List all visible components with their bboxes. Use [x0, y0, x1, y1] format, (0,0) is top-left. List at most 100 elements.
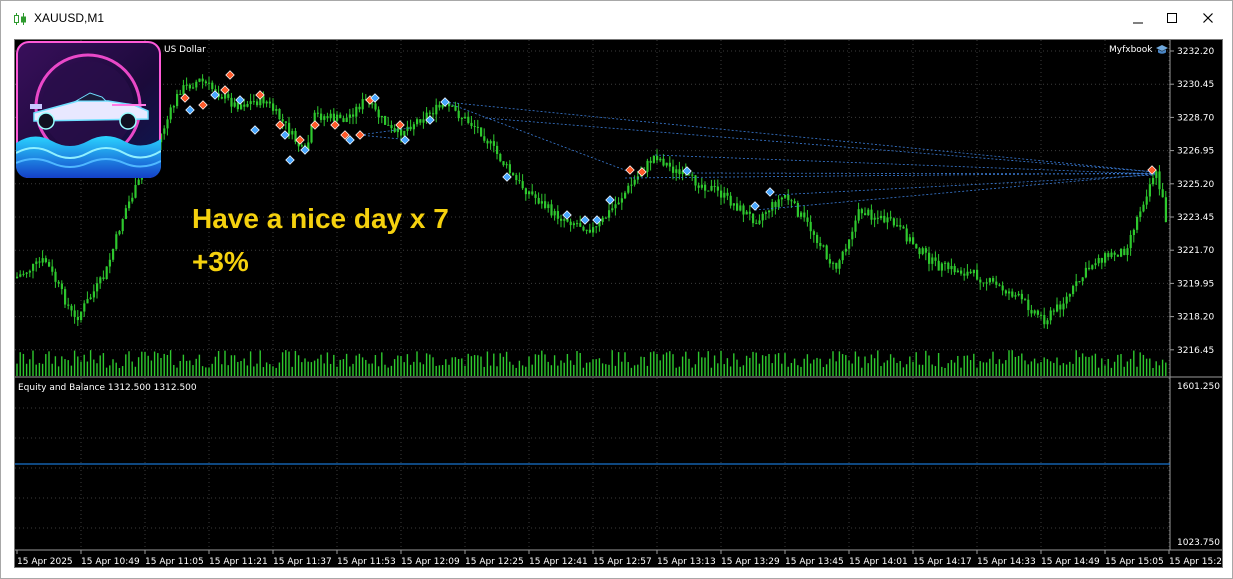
candle-body [924, 248, 927, 253]
candle-body [764, 212, 767, 214]
candle-body [857, 209, 860, 221]
candle-body [985, 282, 988, 284]
candle-body [816, 234, 819, 243]
close-button[interactable] [1191, 7, 1225, 29]
candle-body [137, 179, 140, 185]
candle-body [550, 204, 553, 216]
candle-body [803, 212, 806, 218]
candle-body [624, 192, 627, 199]
time-label: 15 Apr 14:17 [913, 557, 972, 567]
candle-body [787, 194, 790, 201]
candle-body [22, 273, 25, 275]
candle-body [579, 223, 582, 227]
candle-body [51, 266, 54, 272]
candle-body [774, 202, 777, 208]
candle-body [627, 185, 630, 193]
candle-body [912, 237, 915, 245]
time-label: 15 Apr 12:09 [401, 557, 460, 567]
candle-body [265, 101, 268, 104]
candle-body [780, 197, 783, 200]
candle-body [320, 113, 323, 120]
time-label: 15 Apr 11:53 [337, 557, 396, 567]
candle-body [918, 248, 921, 255]
candle-body [809, 221, 812, 232]
candle-body [476, 126, 479, 128]
candle-body [358, 106, 361, 110]
time-label: 15 Apr 15:21 [1169, 557, 1222, 567]
minimize-button[interactable] [1121, 7, 1155, 29]
indicator-axis-label: 1601.250 [1177, 382, 1220, 392]
candle-body [1164, 197, 1167, 223]
candle-body [438, 104, 441, 108]
time-label: 15 Apr 11:37 [273, 557, 332, 567]
candle-body [1004, 290, 1007, 294]
candle-body [1036, 310, 1039, 315]
title-bar[interactable]: XAUUSD,M1 [1, 1, 1232, 35]
candle-body [172, 106, 175, 108]
candle-body [275, 109, 278, 111]
candle-body [995, 281, 998, 285]
candle-body [86, 299, 89, 304]
candle-body [851, 231, 854, 240]
candle-body [390, 125, 393, 129]
candle-body [124, 208, 127, 220]
candle-body [860, 209, 863, 214]
price-label: 3223.45 [1177, 213, 1214, 223]
candle-body [752, 213, 755, 224]
candle-body [963, 273, 966, 276]
candle-body [326, 116, 329, 119]
candle-body [416, 119, 419, 125]
candle-body [678, 169, 681, 175]
price-chart-canvas[interactable]: 3232.20 3230.45 3228.70 3226.95 3225.20 3223.… [15, 40, 1222, 567]
candle-body [64, 289, 67, 305]
candle-body [131, 197, 134, 202]
candle-body [876, 217, 879, 219]
candle-body [768, 210, 771, 213]
candle-body [515, 175, 518, 181]
candle-body [32, 263, 35, 271]
candle-body [1056, 304, 1059, 312]
candle-body [864, 213, 867, 216]
candle-body [998, 284, 1001, 286]
candle-body [246, 104, 249, 107]
time-label: 15 Apr 11:05 [145, 557, 204, 567]
candle-body [652, 155, 655, 163]
candle-body [953, 265, 956, 273]
candle-body [723, 192, 726, 198]
candle-body [505, 164, 508, 166]
candle-body [502, 161, 505, 166]
candle-body [582, 226, 585, 231]
candle-body [832, 262, 835, 264]
candle-body [720, 190, 723, 198]
chart-area[interactable]: 3232.20 3230.45 3228.70 3226.95 3225.20 3223.… [14, 39, 1223, 568]
price-label: 3226.95 [1177, 147, 1214, 157]
price-label: 3216.45 [1177, 346, 1214, 356]
candle-body [396, 128, 399, 133]
candle-body [112, 248, 115, 260]
candle-body [480, 127, 483, 137]
maximize-button[interactable] [1155, 7, 1189, 29]
candle-body [688, 174, 691, 176]
candle-body [1110, 252, 1113, 257]
candle-body [1155, 171, 1158, 179]
candle-body [496, 145, 499, 154]
price-label: 3219.95 [1177, 279, 1214, 289]
candle-body [336, 114, 339, 121]
candle-body [697, 185, 700, 188]
candle-body [316, 112, 319, 114]
candle-body [595, 226, 598, 228]
candle-body [822, 245, 825, 247]
candle-body [547, 204, 550, 209]
candle-body [48, 262, 51, 267]
broker-label: Myfxbook [1109, 45, 1153, 55]
price-label: 3221.70 [1177, 246, 1214, 256]
time-label: 15 Apr 12:25 [465, 557, 524, 567]
candle-body [470, 122, 473, 126]
candle-body [518, 180, 521, 182]
candle-body [1139, 211, 1142, 217]
candle-body [969, 271, 972, 274]
candle-body [99, 277, 102, 284]
candle-body [268, 101, 271, 104]
candle-body [108, 259, 111, 267]
candle-body [937, 260, 940, 271]
